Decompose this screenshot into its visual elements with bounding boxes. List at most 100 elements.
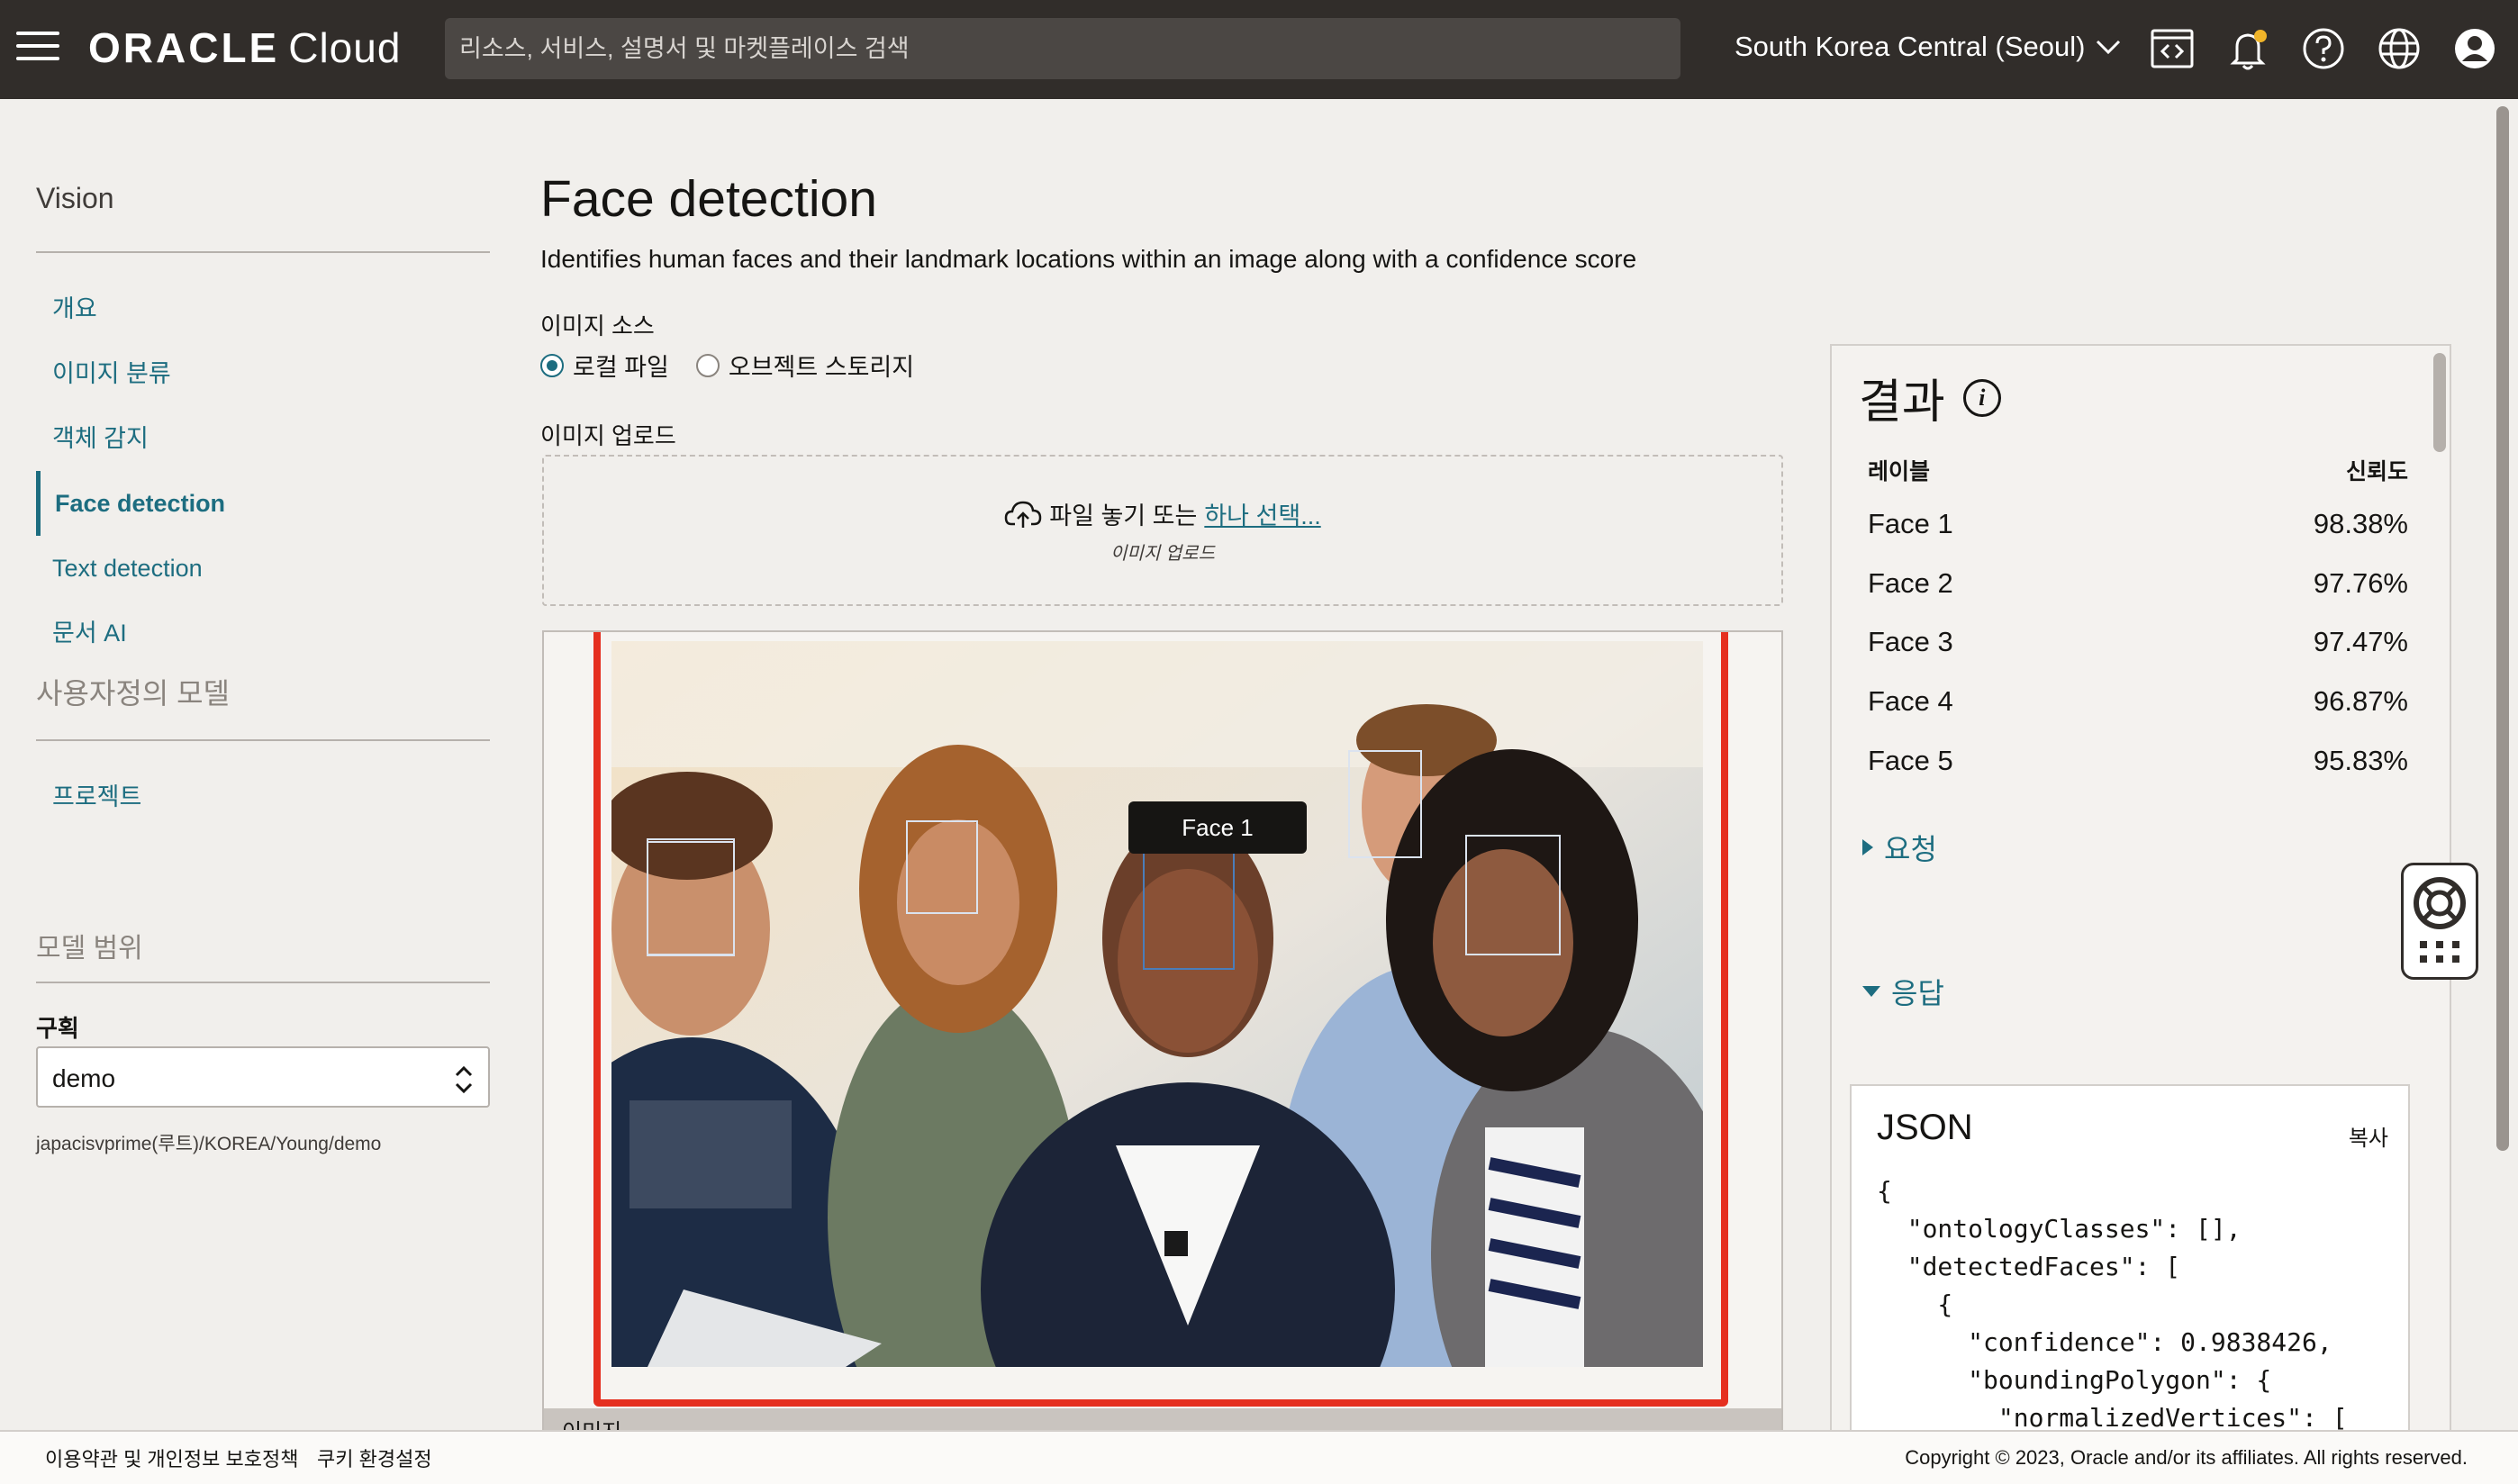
brand-oracle: ORACLE	[88, 24, 280, 71]
json-title: JSON	[1877, 1108, 1973, 1147]
highlight-frame: Face 1	[593, 632, 1728, 1407]
response-expander[interactable]: 응답	[1862, 971, 1944, 1012]
json-code: { "ontologyClasses": [], "detectedFaces"…	[1877, 1172, 2348, 1437]
radio-object-label: 오브젝트 스토리지	[728, 354, 915, 381]
results-row[interactable]: Face 2 97.76%	[1868, 567, 2408, 600]
group-photo-image	[611, 641, 1703, 1367]
results-title-text: 결과	[1859, 376, 1945, 429]
result-label: Face 4	[1868, 685, 1953, 717]
json-card: JSON 복사 { "ontologyClasses": [], "detect…	[1850, 1084, 2410, 1484]
result-confidence: 98.38%	[2313, 508, 2408, 539]
compartment-select[interactable]: demo	[36, 1046, 490, 1108]
results-row[interactable]: Face 5 95.83%	[1868, 745, 2408, 777]
upload-cloud-icon	[1005, 501, 1042, 528]
dropzone-text: 파일 놓기 또는	[1049, 502, 1198, 529]
page-description: Identifies human faces and their landmar…	[540, 245, 1637, 273]
result-label: Face 5	[1868, 745, 1953, 776]
col-label-header: 레이블	[1868, 459, 1931, 484]
region-label: South Korea Central (Seoul)	[1735, 31, 2086, 62]
caret-right-icon	[1862, 839, 1873, 855]
result-confidence: 96.87%	[2313, 685, 2408, 717]
nav-item-face-detection[interactable]: Face detection	[36, 471, 490, 536]
top-bar: ORACLECloud South Korea Central (Seoul)	[0, 0, 2518, 99]
uploaded-photo: Face 1	[611, 641, 1703, 1367]
info-icon[interactable]: i	[1962, 378, 2001, 417]
response-label: 응답	[1891, 977, 1944, 1009]
radio-local-file[interactable]: 로컬 파일	[540, 348, 669, 383]
nav-divider	[36, 251, 490, 253]
compartment-label: 구획	[36, 1015, 79, 1042]
help-widget[interactable]	[2401, 863, 2478, 980]
dropzone-main: 파일 놓기 또는 하나 선택...	[1004, 496, 1321, 531]
copy-button[interactable]: 복사	[2349, 1120, 2388, 1152]
page-title: Face detection	[540, 170, 877, 228]
result-label: Face 2	[1868, 567, 1953, 599]
filter-divider	[36, 982, 490, 983]
brand-cloud: Cloud	[288, 24, 402, 71]
json-line: {	[1877, 1176, 1892, 1206]
up-down-chevron-icon	[455, 1065, 473, 1094]
request-label: 요청	[1884, 833, 1937, 865]
page-scrollbar-thumb[interactable]	[2496, 106, 2509, 1151]
nav-section-custom-models: 사용자정의 모델	[36, 677, 230, 710]
hamburger-icon[interactable]	[16, 32, 59, 64]
col-confidence-header: 신뢰도	[2345, 459, 2408, 484]
json-line: "detectedFaces": [	[1877, 1252, 2181, 1281]
result-confidence: 97.76%	[2313, 567, 2408, 599]
bell-icon[interactable]	[2223, 23, 2273, 74]
footer: 이용약관 및 개인정보 보호정책 쿠키 환경설정 Copyright © 202…	[0, 1430, 2518, 1484]
region-selector[interactable]: South Korea Central (Seoul)	[1735, 31, 2121, 63]
nav-item-document-ai[interactable]: 문서 AI	[36, 601, 490, 665]
lifebuoy-icon	[2414, 877, 2466, 963]
compartment-path: japacisvprime(루트)/KOREA/Young/demo	[36, 1134, 382, 1154]
result-label: Face 3	[1868, 626, 1953, 657]
chevron-down-icon	[2097, 40, 2121, 55]
results-panel: 결과 i 레이블 신뢰도 Face 1 98.38% Face 2 97.76%…	[1830, 344, 2451, 1484]
json-line: "ontologyClasses": [],	[1877, 1214, 2242, 1244]
results-title: 결과 i	[1859, 364, 2001, 431]
compartment-value: demo	[52, 1064, 116, 1092]
copyright-text: Copyright © 2023, Oracle and/or its affi…	[1905, 1446, 2468, 1469]
user-avatar-icon[interactable]	[2450, 23, 2500, 74]
image-preview-panel: Face 1 이미지	[542, 630, 1783, 1441]
results-row[interactable]: Face 1 98.38%	[1868, 508, 2408, 540]
results-table-header: 레이블 신뢰도	[1868, 454, 2408, 486]
json-line: "boundingPolygon": {	[1877, 1365, 2272, 1395]
globe-icon[interactable]	[2374, 23, 2424, 74]
image-source-label: 이미지 소스	[540, 312, 655, 339]
image-dropzone[interactable]: 파일 놓기 또는 하나 선택... 이미지 업로드	[542, 455, 1783, 606]
request-expander[interactable]: 요청	[1862, 827, 1937, 868]
choose-file-link[interactable]: 하나 선택...	[1204, 496, 1320, 531]
code-editor-icon[interactable]	[2147, 23, 2197, 74]
radio-local-label: 로컬 파일	[573, 354, 669, 381]
image-source-radio-group: 로컬 파일 오브젝트 스토리지	[540, 348, 914, 383]
nav-item-text-detection[interactable]: Text detection	[36, 536, 490, 601]
cookie-preferences-link[interactable]: 쿠키 환경설정	[317, 1443, 432, 1472]
nav-divider	[36, 739, 490, 741]
nav-list: 개요 이미지 분류 객체 감지 Face detection Text dete…	[36, 276, 490, 665]
caret-down-icon	[1862, 986, 1880, 997]
nav-title: Vision	[36, 182, 114, 214]
apps-grid-icon	[2420, 941, 2459, 963]
oracle-cloud-logo[interactable]: ORACLE Cloud	[88, 23, 401, 72]
dropzone-subtext: 이미지 업로드	[1110, 544, 1215, 564]
image-upload-label: 이미지 업로드	[540, 422, 676, 449]
results-row[interactable]: Face 3 97.47%	[1868, 626, 2408, 658]
radio-object-storage[interactable]: 오브젝트 스토리지	[695, 348, 915, 383]
results-row[interactable]: Face 4 96.87%	[1868, 685, 2408, 718]
json-line: {	[1877, 1289, 1953, 1319]
radio-selected-indicator	[540, 353, 564, 377]
result-confidence: 95.83%	[2313, 745, 2408, 776]
nav-item-image-classification[interactable]: 이미지 분류	[36, 341, 490, 406]
results-scrollbar[interactable]	[2433, 353, 2446, 452]
result-label: Face 1	[1868, 508, 1953, 539]
nav-item-projects[interactable]: 프로젝트	[36, 765, 490, 829]
search-input[interactable]	[445, 18, 1680, 79]
nav-item-object-detection[interactable]: 객체 감지	[36, 406, 490, 471]
help-icon[interactable]	[2298, 23, 2349, 74]
nav-item-overview[interactable]: 개요	[36, 276, 490, 341]
left-navigation: Vision 개요 이미지 분류 객체 감지 Face detection Te…	[36, 99, 490, 1154]
face-tooltip: Face 1	[1128, 801, 1307, 854]
terms-link[interactable]: 이용약관 및 개인정보 보호정책	[45, 1443, 298, 1472]
result-confidence: 97.47%	[2313, 626, 2408, 657]
